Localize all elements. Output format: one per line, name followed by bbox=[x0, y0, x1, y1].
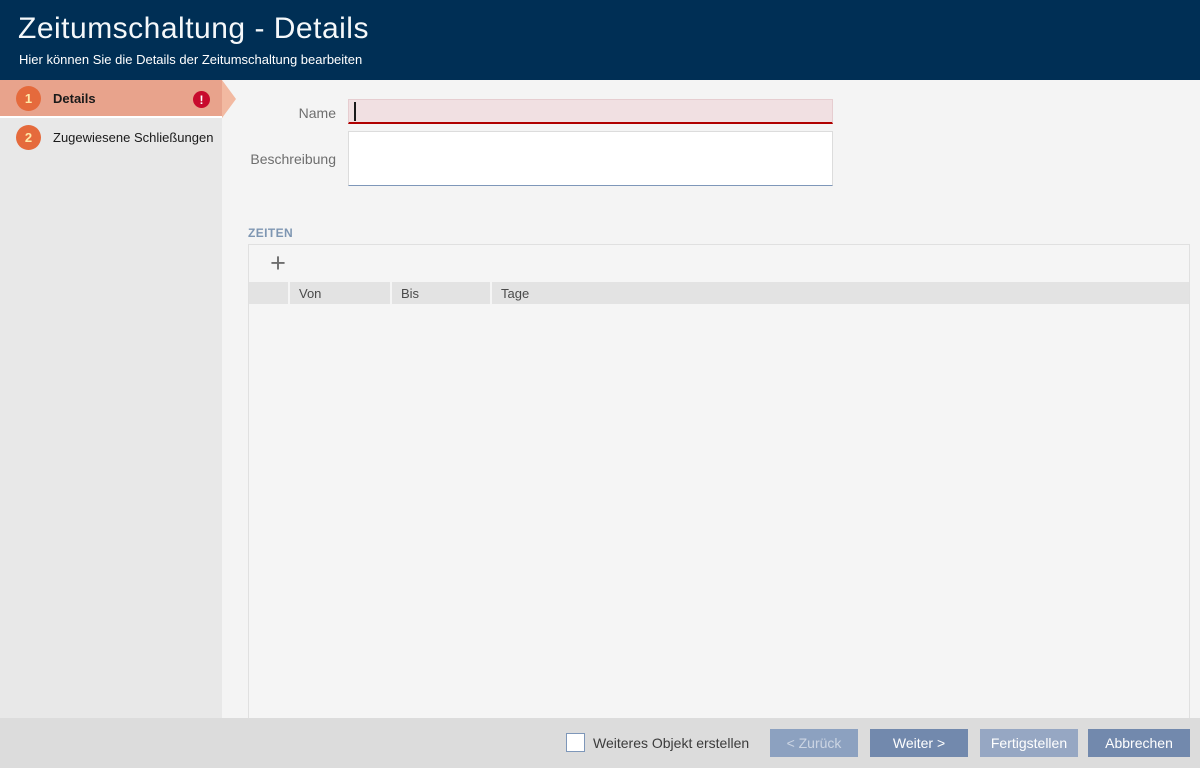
wizard-steps-sidebar: 1 Details ! 2 Zugewiesene Schließungen bbox=[0, 80, 222, 718]
step-item-details[interactable]: 1 Details ! bbox=[0, 80, 222, 118]
weiteres-objekt-checkbox-label[interactable]: Weiteres Objekt erstellen bbox=[593, 735, 749, 751]
beschreibung-textarea[interactable] bbox=[348, 131, 833, 186]
weiteres-objekt-checkbox[interactable] bbox=[566, 733, 585, 752]
page-title: Zeitumschaltung - Details bbox=[18, 12, 369, 46]
name-field-label: Name bbox=[240, 105, 336, 121]
zeiten-toolbar: + bbox=[249, 245, 1189, 282]
zeiten-section-heading: ZEITEN bbox=[248, 226, 293, 240]
page-subtitle: Hier können Sie die Details der Zeitumsc… bbox=[19, 52, 362, 67]
zeiten-table-header: Von Bis Tage bbox=[249, 282, 1189, 304]
active-step-arrow-icon bbox=[222, 80, 236, 118]
name-field-wrapper bbox=[348, 99, 833, 124]
zeiten-panel: + Von Bis Tage bbox=[248, 244, 1190, 718]
column-header-selector bbox=[249, 282, 288, 304]
zurueck-button[interactable]: < Zurück bbox=[770, 729, 858, 757]
error-icon: ! bbox=[193, 91, 210, 108]
beschreibung-field-label: Beschreibung bbox=[240, 151, 336, 167]
column-header-von[interactable]: Von bbox=[290, 282, 390, 304]
step-item-zugewiesene-schliessungen[interactable]: 2 Zugewiesene Schließungen bbox=[0, 118, 222, 156]
fertigstellen-button[interactable]: Fertigstellen bbox=[980, 729, 1078, 757]
step-label: Zugewiesene Schließungen bbox=[53, 130, 213, 145]
name-input[interactable] bbox=[349, 100, 832, 122]
text-cursor bbox=[354, 102, 356, 121]
weiter-button[interactable]: Weiter > bbox=[870, 729, 968, 757]
wizard-footer: Weiteres Objekt erstellen < Zurück Weite… bbox=[0, 718, 1200, 768]
step-label: Details bbox=[53, 91, 96, 106]
column-header-tage[interactable]: Tage bbox=[492, 282, 1189, 304]
abbrechen-button[interactable]: Abbrechen bbox=[1088, 729, 1190, 757]
column-header-bis[interactable]: Bis bbox=[392, 282, 490, 304]
add-time-icon[interactable]: + bbox=[263, 248, 293, 278]
step-number-badge: 2 bbox=[16, 125, 41, 150]
step-number-badge: 1 bbox=[16, 86, 41, 111]
wizard-header: Zeitumschaltung - Details Hier können Si… bbox=[0, 0, 1200, 80]
